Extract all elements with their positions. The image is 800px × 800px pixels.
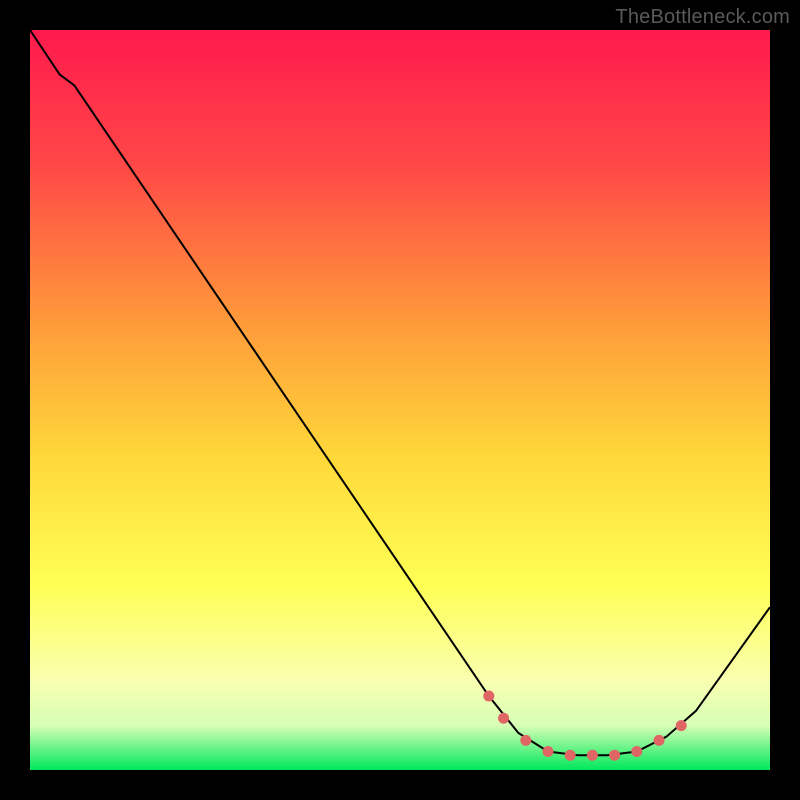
curve-marker [483, 691, 494, 702]
gradient-background [30, 30, 770, 770]
curve-marker [543, 746, 554, 757]
chart-plot-area [30, 30, 770, 770]
curve-marker [654, 735, 665, 746]
curve-marker [520, 735, 531, 746]
curve-marker [498, 713, 509, 724]
curve-marker [631, 746, 642, 757]
curve-marker [676, 720, 687, 731]
curve-marker [587, 750, 598, 761]
curve-marker [609, 750, 620, 761]
chart-svg [30, 30, 770, 770]
curve-marker [565, 750, 576, 761]
attribution-text: TheBottleneck.com [615, 6, 790, 29]
